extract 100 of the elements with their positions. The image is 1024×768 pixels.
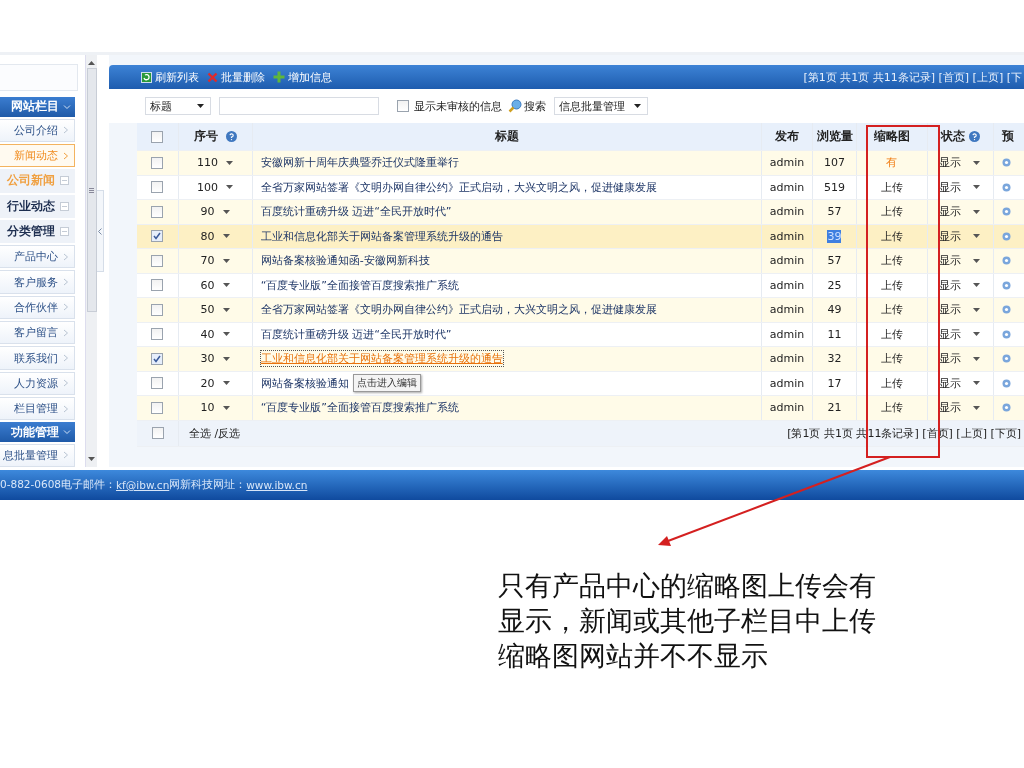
- column-header[interactable]: 缩略图: [873, 129, 910, 144]
- checkbox[interactable]: [151, 328, 164, 341]
- toolbar-button[interactable]: 增加信息: [273, 69, 332, 85]
- status-select[interactable]: 显示: [938, 326, 961, 342]
- thumbnail-link[interactable]: 上传: [880, 179, 903, 195]
- toolbar-button[interactable]: 刷新列表: [141, 69, 199, 85]
- sidebar-item[interactable]: 公司介绍: [0, 118, 75, 142]
- checkbox[interactable]: [151, 205, 164, 218]
- status-select[interactable]: 显示: [938, 400, 961, 416]
- table-row[interactable]: 50 全省万家网站签署《文明办网自律公约》正式启动，大兴文明之风，促进健康发展 admin 49 上传 显示: [137, 298, 1024, 323]
- order-select[interactable]: 10: [200, 401, 215, 415]
- order-select[interactable]: 90: [200, 205, 215, 219]
- category-select[interactable]: 信息批量管理: [554, 97, 648, 115]
- table-row[interactable]: 70 网站备案核验通知函-安徽网新科技 admin 57 上传 显示: [137, 249, 1024, 274]
- sidebar-node[interactable]: 行业动态: [0, 194, 75, 218]
- preview-icon[interactable]: [1002, 182, 1012, 192]
- checkbox[interactable]: [397, 100, 409, 112]
- title-link[interactable]: “百度专业版”全面接管百度搜索推广系统: [260, 400, 460, 416]
- thumbnail-link[interactable]: 上传: [880, 253, 903, 269]
- title-link[interactable]: 网站备案核验通知函-安徽网新科技: [260, 253, 430, 269]
- scroll-thumb[interactable]: [86, 68, 97, 312]
- checkbox[interactable]: [151, 156, 164, 169]
- checkbox[interactable]: [151, 230, 164, 243]
- sidebar-item[interactable]: 合作伙伴: [0, 295, 75, 320]
- preview-icon[interactable]: [1002, 378, 1012, 388]
- select-all-link[interactable]: 全选 /反选: [189, 425, 241, 441]
- title-link[interactable]: 全省万家网站签署《文明办网自律公约》正式启动，大兴文明之风，促进健康发展: [260, 179, 657, 195]
- sidebar-group-header[interactable]: 功能管理: [0, 422, 75, 442]
- thumbnail-link[interactable]: 上传: [880, 400, 903, 416]
- checkbox[interactable]: [151, 352, 164, 365]
- sidebar-item[interactable]: 产品中心: [0, 245, 75, 269]
- order-select[interactable]: 20: [200, 376, 215, 390]
- status-select[interactable]: 显示: [938, 277, 961, 293]
- preview-icon[interactable]: [1002, 158, 1012, 168]
- table-row[interactable]: 90 百度统计重磅升级 迈进“全民开放时代” admin 57 上传 显示: [137, 200, 1024, 225]
- thumbnail-link[interactable]: 上传: [880, 326, 903, 342]
- title-link[interactable]: 工业和信息化部关于网站备案管理系统升级的通告: [260, 228, 503, 244]
- thumbnail-link[interactable]: 上传: [880, 302, 903, 318]
- column-header[interactable]: 浏览量: [816, 129, 853, 144]
- checkbox[interactable]: [151, 181, 164, 194]
- search-field[interactable]: [219, 97, 379, 115]
- checkbox[interactable]: [151, 377, 164, 390]
- column-header[interactable]: 预: [1002, 129, 1015, 144]
- pagination-text[interactable]: [第1页 共1页 共11条记录] [首页] [上页] [下: [803, 69, 1022, 85]
- sidebar-item[interactable]: 人力资源: [0, 371, 75, 395]
- title-link[interactable]: 安徽网新十周年庆典暨乔迁仪式隆重举行: [260, 155, 459, 171]
- preview-icon[interactable]: [1002, 280, 1012, 290]
- status-select[interactable]: 显示: [938, 204, 961, 220]
- table-row[interactable]: 40 百度统计重磅升级 迈进“全民开放时代” admin 11 上传 显示: [137, 322, 1024, 347]
- status-select[interactable]: 显示: [938, 302, 961, 318]
- status-select[interactable]: 显示: [938, 375, 961, 391]
- scrollbar[interactable]: [85, 55, 97, 467]
- thumbnail-link[interactable]: 上传: [880, 204, 903, 220]
- thumbnail-link[interactable]: 上传: [880, 228, 903, 244]
- sidebar-node[interactable]: 分类管理: [0, 219, 75, 244]
- site-link[interactable]: www.ibw.cn: [246, 479, 308, 491]
- column-header[interactable]: 序号: [193, 129, 218, 144]
- status-select[interactable]: 显示: [938, 155, 961, 171]
- table-row[interactable]: 20 网站备案核验通知 点击进入编辑 admin 17 上传 显示: [137, 371, 1024, 396]
- collapse-handle[interactable]: [97, 190, 104, 272]
- preview-icon[interactable]: [1002, 354, 1012, 364]
- preview-icon[interactable]: [1002, 207, 1012, 217]
- sidebar-item[interactable]: 联系我们: [0, 346, 75, 370]
- status-select[interactable]: 显示: [938, 179, 961, 195]
- order-select[interactable]: 40: [200, 327, 215, 341]
- order-select[interactable]: 100: [197, 180, 219, 194]
- title-link[interactable]: 百度统计重磅升级 迈进“全民开放时代”: [260, 204, 452, 220]
- toolbar-button[interactable]: 批量删除: [207, 69, 265, 85]
- checkbox[interactable]: [151, 279, 164, 292]
- field-select[interactable]: 标题: [145, 97, 211, 115]
- preview-icon[interactable]: [1002, 329, 1012, 339]
- checkbox[interactable]: [151, 130, 164, 143]
- preview-icon[interactable]: [1002, 403, 1012, 413]
- table-row[interactable]: 10 “百度专业版”全面接管百度搜索推广系统 admin 21 上传 显示: [137, 396, 1024, 421]
- checkbox[interactable]: [151, 401, 164, 414]
- preview-icon[interactable]: [1002, 231, 1012, 241]
- checkbox[interactable]: [151, 427, 164, 439]
- search-button[interactable]: 搜索: [508, 98, 546, 114]
- sidebar-item[interactable]: 客户留言: [0, 321, 75, 345]
- preview-icon[interactable]: [1002, 305, 1012, 315]
- order-select[interactable]: 110: [197, 156, 219, 170]
- thumbnail-link[interactable]: 上传: [880, 351, 903, 367]
- order-select[interactable]: 70: [200, 254, 215, 268]
- table-row[interactable]: 110 安徽网新十周年庆典暨乔迁仪式隆重举行 admin 107 有 显示: [137, 151, 1024, 176]
- thumbnail-link[interactable]: 上传: [880, 277, 903, 293]
- status-select[interactable]: 显示: [938, 351, 961, 367]
- status-select[interactable]: 显示: [938, 228, 961, 244]
- sidebar-item[interactable]: 客户服务: [0, 270, 75, 294]
- table-row[interactable]: 60 “百度专业版”全面接管百度搜索推广系统 admin 25 上传 显示: [137, 273, 1024, 298]
- table-row[interactable]: 30 工业和信息化部关于网站备案管理系统升级的通告 admin 32 上传 显示: [137, 347, 1024, 372]
- email-link[interactable]: kf@ibw.cn: [116, 479, 170, 491]
- title-link[interactable]: 百度统计重磅升级 迈进“全民开放时代”: [260, 326, 452, 342]
- table-row[interactable]: 80 工业和信息化部关于网站备案管理系统升级的通告 admin 39 上传 显示: [137, 224, 1024, 249]
- thumbnail-link[interactable]: 上传: [880, 375, 903, 391]
- order-select[interactable]: 60: [200, 278, 215, 292]
- sidebar-item[interactable]: 栏目管理: [0, 397, 75, 421]
- column-header[interactable]: 发布: [775, 129, 800, 144]
- title-link[interactable]: 网站备案核验通知: [260, 375, 349, 391]
- order-select[interactable]: 50: [200, 303, 215, 317]
- table-row[interactable]: 100 全省万家网站签署《文明办网自律公约》正式启动，大兴文明之风，促进健康发展 admin 519 上传 显示: [137, 175, 1024, 200]
